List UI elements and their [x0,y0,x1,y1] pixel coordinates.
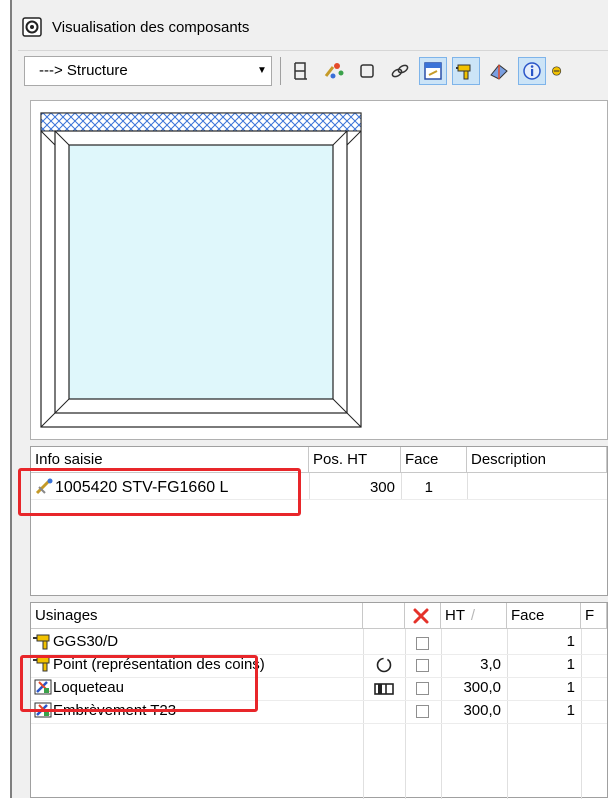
more-tools-button[interactable] [551,57,565,85]
sort-indicator: / [470,607,476,624]
column-header-ht[interactable]: HT / [441,603,507,629]
ht-cell: 300,0 [463,702,501,719]
link-tool-button[interactable] [386,57,414,85]
highlight-box-info-row [18,468,301,516]
window-title: Visualisation des composants [52,18,250,36]
toolbar: ---> Structure ▼ [18,50,608,90]
column-header-pos-ht[interactable]: Pos. HT [309,447,401,473]
component-view-button[interactable] [419,56,447,85]
row-checkbox[interactable] [416,637,429,650]
highlight-box-usinages-rows [20,655,258,712]
profile-view-button[interactable] [485,57,513,85]
dimension-icon [294,61,307,80]
drill-icon [33,634,50,650]
component-viewer-window: Visualisation des composants ---> Struct… [10,0,608,799]
face-cell: 1 [566,656,575,673]
corner-circle-icon [376,657,392,673]
info-button[interactable] [518,56,546,85]
pos-ht-cell: 300 [369,479,395,496]
info-icon [523,61,541,80]
column-header-ht-label: HT [445,607,465,624]
face-cell: 1 [566,679,575,696]
row-checkbox[interactable] [416,682,429,695]
row-checkbox[interactable] [416,659,429,672]
view-select-value: ---> Structure [39,62,128,79]
face-cell: 1 [566,702,575,719]
latch-icon [374,683,394,695]
ht-cell [441,631,501,653]
column-header-face[interactable]: Face [507,603,581,629]
column-header-f[interactable]: F [581,603,607,629]
chevron-down-icon[interactable]: ▼ [253,57,271,85]
title-bar: Visualisation des composants [12,8,608,46]
column-header-delete[interactable] [405,603,441,629]
dimension-tool-button[interactable] [287,57,315,85]
drill-icon [456,64,471,79]
face-cell: 1 [566,633,575,650]
close-icon [413,608,429,624]
ht-cell: 3,0 [480,656,501,673]
palette-tool-button[interactable] [320,57,348,85]
ht-cell: 300,0 [463,679,501,696]
column-divider [467,473,468,499]
tools-icon [552,65,562,76]
view-select[interactable]: ---> Structure ▼ [24,55,272,86]
column-header-type[interactable] [363,603,405,629]
usinage-name-cell: GGS30/D [53,633,119,650]
column-header-face[interactable]: Face [401,447,467,473]
frame-tool-button[interactable] [353,57,381,85]
column-header-description[interactable]: Description [467,447,607,473]
chain-icon [391,64,409,77]
window-drawing[interactable] [31,101,607,439]
square-icon [360,63,374,78]
app-icon [22,17,42,37]
column-header-usinages[interactable]: Usinages [31,603,363,629]
window-component-icon [424,61,442,80]
profile-icon [490,63,508,80]
paint-brush-icon [324,62,344,78]
row-checkbox[interactable] [416,705,429,718]
toolbar-separator [280,56,281,85]
face-cell: 1 [424,479,433,496]
hardware-view-button[interactable] [452,56,480,85]
row-divider [31,723,607,724]
preview-pane [30,100,608,440]
